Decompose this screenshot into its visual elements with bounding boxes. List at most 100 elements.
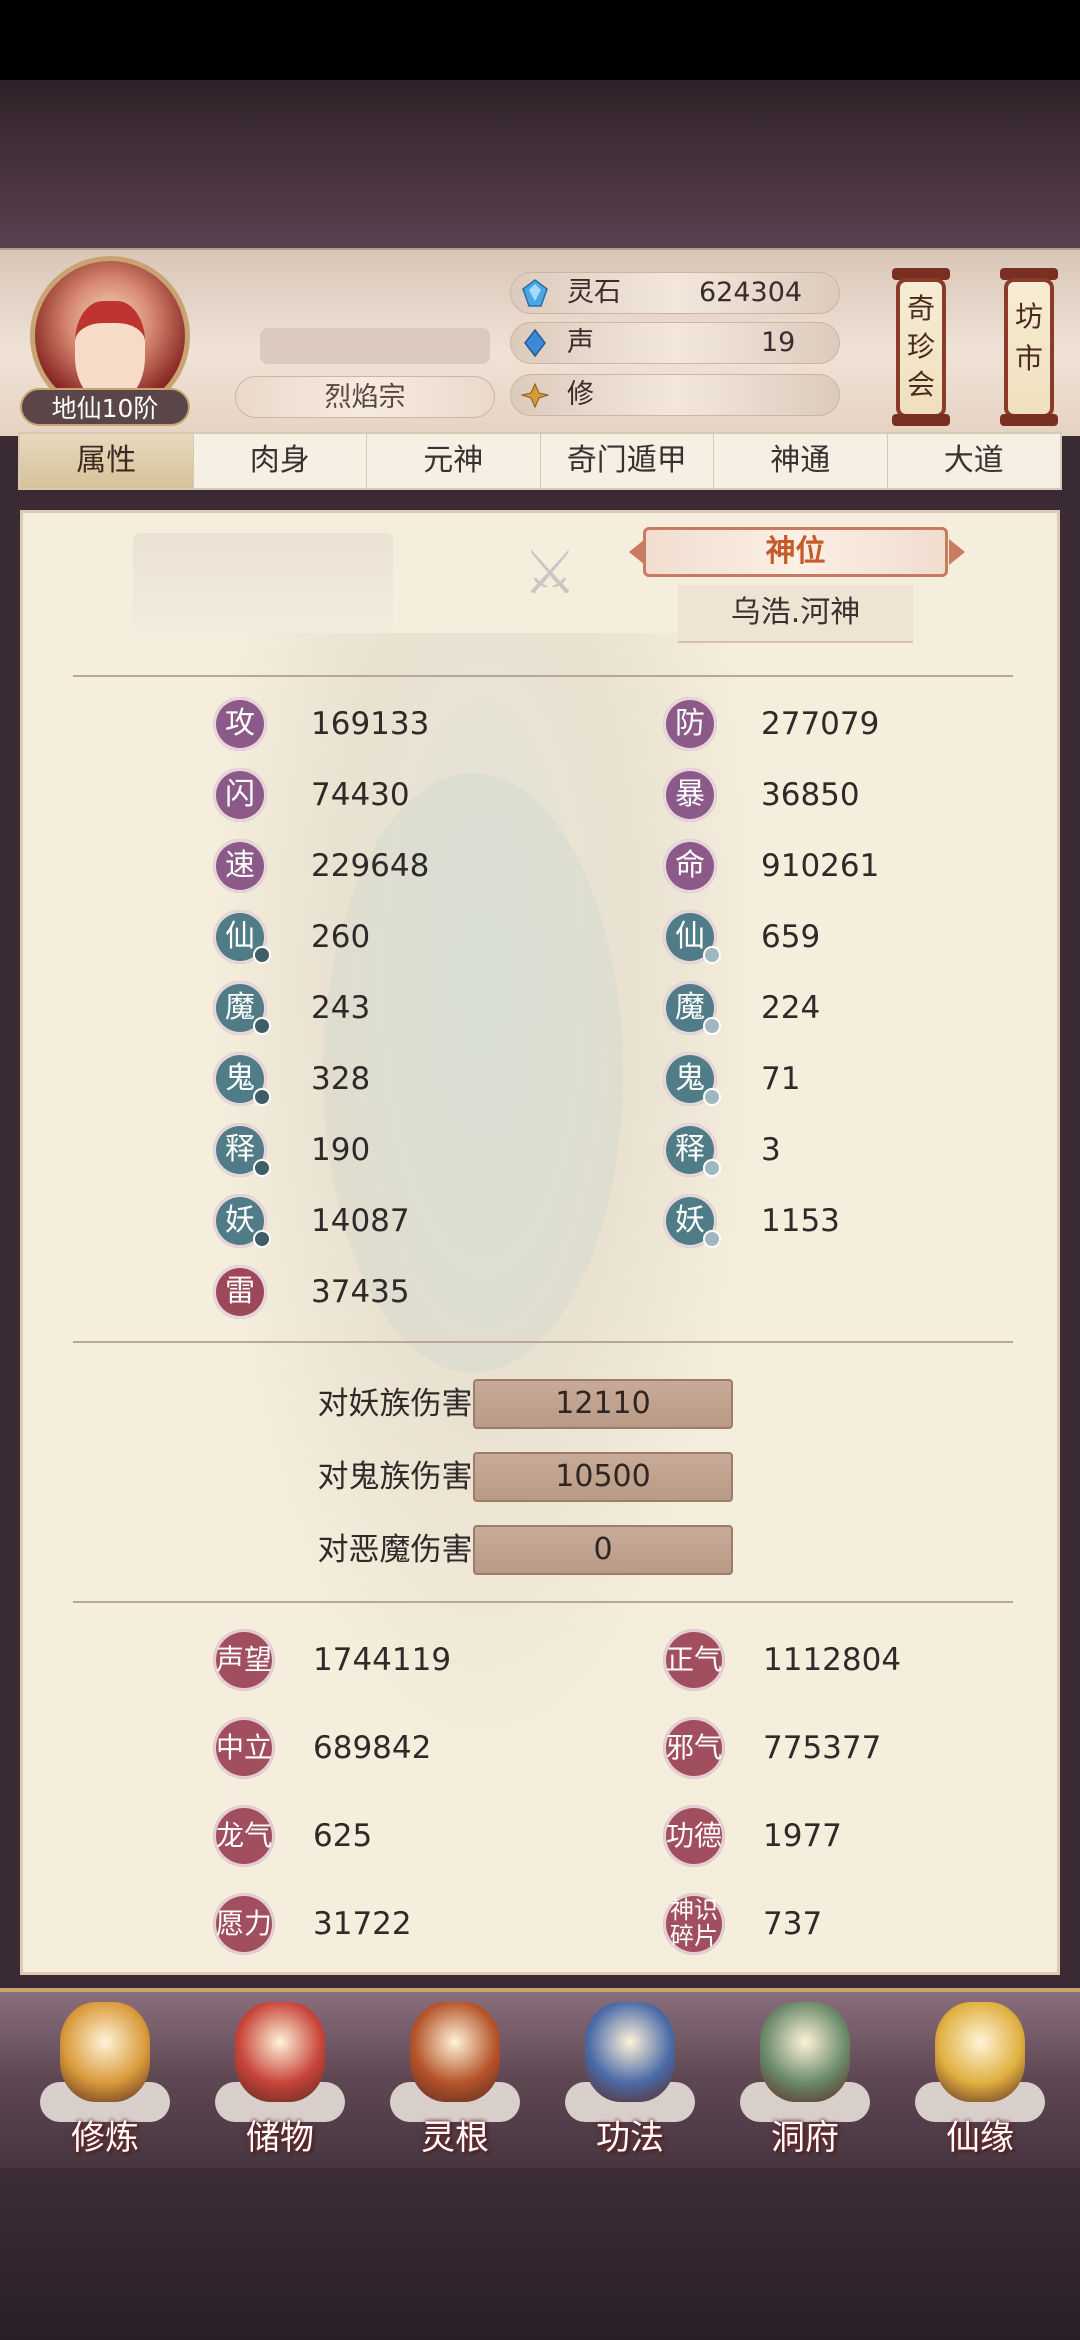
defense-icon: 防: [663, 697, 717, 751]
tab-great-dao[interactable]: 大道: [888, 434, 1061, 488]
status-bar-area: [0, 0, 1080, 80]
stat-value: 277079: [761, 706, 880, 742]
rep-label: 神识碎片: [663, 1893, 725, 1955]
shield-badge-icon: [703, 1159, 721, 1177]
attack-badge-icon: [253, 1017, 271, 1035]
nav-immortal-fate[interactable]: 仙缘: [905, 2002, 1055, 2167]
shield-badge-icon: [703, 1017, 721, 1035]
resource-value: 624304: [699, 277, 803, 308]
nav-cave-mansion[interactable]: 洞府: [730, 2002, 880, 2167]
resource-crystal[interactable]: 声 19: [510, 322, 840, 364]
stat-value: 36850: [761, 777, 860, 813]
nav-label: 洞府: [771, 2118, 839, 2158]
shield-badge-icon: [703, 946, 721, 964]
bottom-decoration: [0, 2168, 1080, 2340]
stat-value: 14087: [311, 1203, 410, 1239]
divider: [73, 1601, 1013, 1603]
rep-label: 邪气: [663, 1717, 725, 1779]
crossed-swords-icon: ⚔: [523, 538, 577, 608]
attribute-panel: ⚔ 神位 乌浩.河神 攻 169133 闪 74430 速 229648 仙 2…: [20, 510, 1060, 1975]
rare-treasure-button[interactable]: 奇珍会: [896, 278, 946, 418]
rep-value: 737: [763, 1906, 823, 1942]
tab-body[interactable]: 肉身: [194, 434, 367, 488]
tab-attributes[interactable]: 属性: [20, 434, 194, 488]
nav-label: 功法: [596, 2118, 664, 2158]
book-icon: [585, 2002, 675, 2102]
rare-treasure-label: 奇珍会: [906, 292, 935, 401]
spiral-icon: [410, 2002, 500, 2102]
rep-value: 1977: [763, 1818, 842, 1854]
stat-value: 260: [311, 919, 371, 955]
nav-label: 灵根: [421, 2118, 489, 2158]
nav-spirit-root[interactable]: 灵根: [380, 2002, 530, 2167]
rep-label: 声望: [213, 1629, 275, 1691]
rep-value: 775377: [763, 1730, 882, 1766]
rep-label: 愿力: [213, 1893, 275, 1955]
nav-techniques[interactable]: 功法: [555, 2002, 705, 2167]
monk-icon: [60, 2002, 150, 2102]
rep-label: 正气: [663, 1629, 725, 1691]
resource-cultivation[interactable]: 修: [510, 374, 840, 416]
rep-value: 31722: [313, 1906, 412, 1942]
stat-value: 71: [761, 1061, 801, 1097]
nav-storage[interactable]: 储物: [205, 2002, 355, 2167]
tab-divine-powers[interactable]: 神通: [714, 434, 888, 488]
rep-label: 龙气: [213, 1805, 275, 1867]
critical-icon: 暴: [663, 768, 717, 822]
nav-label: 仙缘: [946, 2118, 1014, 2158]
nav-cultivate[interactable]: 修炼: [30, 2002, 180, 2167]
stat-value: 229648: [311, 848, 430, 884]
resource-label: 灵石: [567, 277, 621, 308]
attack-badge-icon: [253, 946, 271, 964]
attack-badge-icon: [253, 1088, 271, 1106]
rank-badge: 地仙10阶: [20, 388, 190, 426]
tab-soul[interactable]: 元神: [367, 434, 541, 488]
speed-icon: 速: [213, 839, 267, 893]
damage-value-box: 0: [473, 1525, 733, 1575]
attack-badge-icon: [253, 1159, 271, 1177]
stat-value: 190: [311, 1132, 371, 1168]
lantern-cap: [892, 414, 950, 426]
attribute-tabs: 属性 肉身 元神 奇门遁甲 神通 大道: [18, 432, 1062, 490]
stat-value: 243: [311, 990, 371, 1026]
damage-value-box: 12110: [473, 1379, 733, 1429]
market-label: 坊市: [1014, 300, 1043, 375]
resource-spirit-stone[interactable]: 灵石 624304: [510, 272, 840, 314]
divider: [73, 675, 1013, 677]
player-header: 地仙10阶 烈焰宗 灵石 624304 声 19 修 奇珍会 坊市: [0, 248, 1080, 436]
shield-badge-icon: [703, 1088, 721, 1106]
stat-value: 169133: [311, 706, 430, 742]
stat-value: 659: [761, 919, 821, 955]
spirit-stone-icon: [522, 279, 548, 307]
rep-value: 689842: [313, 1730, 432, 1766]
thunder-icon: 雷: [213, 1265, 267, 1319]
evasion-icon: 闪: [213, 768, 267, 822]
god-position-name: 乌浩.河神: [678, 585, 913, 643]
stat-value: 224: [761, 990, 821, 1026]
stat-value: 37435: [311, 1274, 410, 1310]
stat-value: 3: [761, 1132, 781, 1168]
rep-value: 1112804: [763, 1642, 902, 1678]
rep-value: 625: [313, 1818, 373, 1854]
life-icon: 命: [663, 839, 717, 893]
divider: [73, 1341, 1013, 1343]
damage-label: 对恶魔伤害:: [317, 1532, 483, 1568]
banner-arrow-right-icon: [949, 539, 965, 565]
tab-qimen[interactable]: 奇门遁甲: [541, 434, 714, 488]
bag-icon: [235, 2002, 325, 2102]
shield-badge-icon: [703, 1230, 721, 1248]
palace-icon: [760, 2002, 850, 2102]
cultivation-icon: [521, 382, 549, 409]
god-position-banner: 神位: [643, 527, 948, 577]
nav-label: 储物: [246, 2118, 314, 2158]
stat-value: 910261: [761, 848, 880, 884]
resource-value: 19: [761, 327, 796, 358]
damage-label: 对鬼族伤害:: [317, 1459, 483, 1495]
damage-label: 对妖族伤害:: [317, 1386, 483, 1422]
market-button[interactable]: 坊市: [1004, 278, 1054, 418]
rep-value: 1744119: [313, 1642, 452, 1678]
bottom-nav: 修炼 储物 灵根 功法 洞府 仙缘: [0, 1988, 1080, 2172]
player-name-blurred: [260, 328, 490, 364]
top-decoration: [0, 80, 1080, 250]
crystal-icon: [524, 329, 546, 357]
